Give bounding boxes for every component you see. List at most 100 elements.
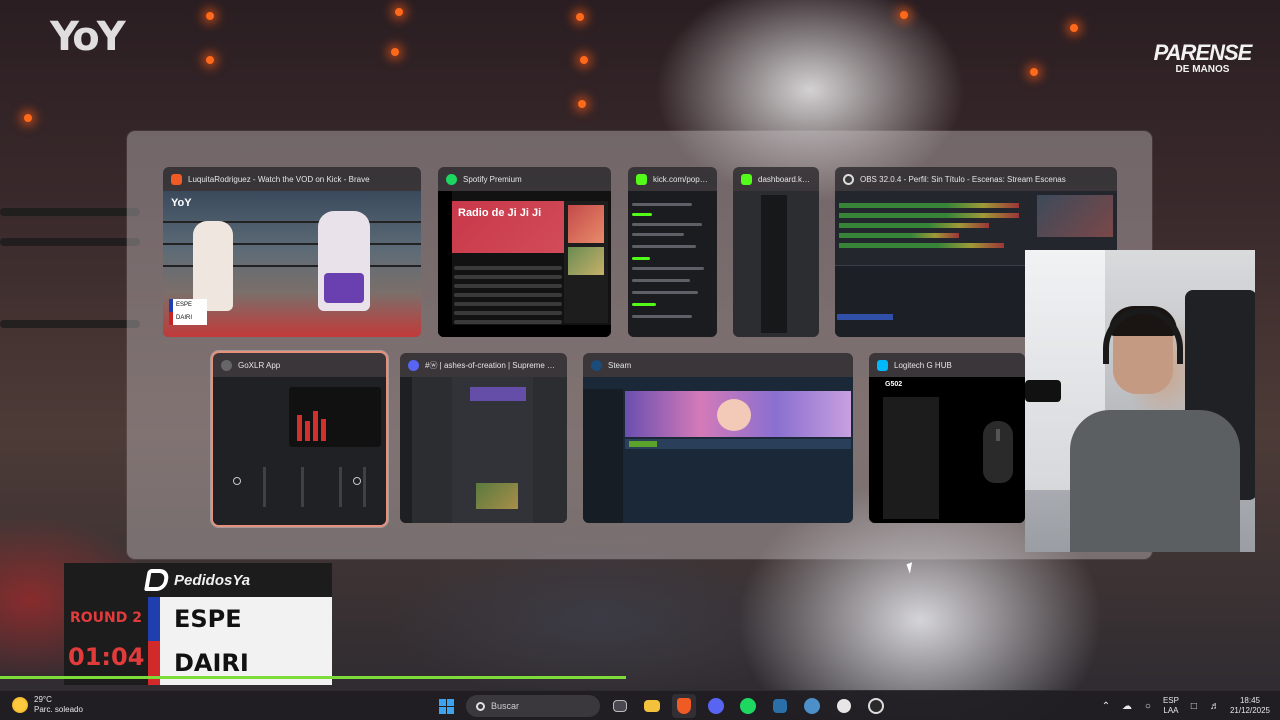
taskbar: 29°C Parc. soleado Buscar ⌃ ☁ ○ ESP LAA … <box>0 690 1280 720</box>
channel-logo: YoY <box>50 14 126 60</box>
window-titlebar: #ⓦ | ashes-of-creation | Supreme Nat... <box>400 353 567 377</box>
logitech-taskbar-button[interactable] <box>832 694 856 718</box>
thumb-scoreboard: ESPE DAIRI <box>169 299 207 325</box>
window-title: Steam <box>608 360 632 370</box>
clock-time: 18:45 <box>1239 696 1260 705</box>
switcher-window-kick-chat[interactable]: kick.com/popo... <box>628 167 717 337</box>
blue-corner <box>148 597 160 641</box>
round-clock: 01:04 <box>68 643 145 671</box>
sun-icon <box>12 697 28 713</box>
window-title: kick.com/popo... <box>653 174 709 184</box>
fighter-red-name: DAIRI <box>174 649 249 677</box>
thumb-fighter-blue: ESPE <box>169 299 207 312</box>
window-titlebar: GoXLR App <box>213 353 386 377</box>
event-logo: PARENSE DE MANOS <box>1150 40 1255 96</box>
spotify-taskbar-button[interactable] <box>736 694 760 718</box>
kick-icon <box>636 173 647 185</box>
volume-icon[interactable]: ♬ <box>1209 700 1221 712</box>
spotify-icon <box>740 698 756 714</box>
video-progress <box>0 676 626 679</box>
microphone <box>1025 380 1061 402</box>
event-logo-title: PARENSE <box>1153 40 1253 65</box>
task-view-icon <box>613 700 627 712</box>
logitech-icon <box>877 359 888 371</box>
window-titlebar: Spotify Premium <box>438 167 611 191</box>
window-titlebar: OBS 32.0.4 - Perfil: Sin Título - Escena… <box>835 167 1117 191</box>
round-label: ROUND 2 <box>70 610 143 626</box>
switcher-window-steam[interactable]: Steam <box>583 353 853 523</box>
switcher-window-logitech[interactable]: Logitech G HUB G502 <box>869 353 1025 523</box>
window-title: #ⓦ | ashes-of-creation | Supreme Nat... <box>425 360 559 370</box>
task-view-button[interactable] <box>608 694 632 718</box>
window-title: dashboard.kick... <box>758 174 811 184</box>
window-title: Logitech G HUB <box>894 360 952 370</box>
webcam-overlay <box>1025 250 1255 552</box>
window-thumbnail <box>213 377 386 525</box>
chevron-up-icon[interactable]: ⌃ <box>1100 700 1112 712</box>
brave-icon <box>171 173 182 185</box>
window-thumbnail <box>400 377 567 523</box>
window-thumbnail <box>583 377 853 523</box>
language-code: ESP <box>1162 696 1179 705</box>
weather-temp: 29°C <box>34 695 52 704</box>
obs-icon <box>868 698 884 714</box>
steam-icon <box>591 359 602 371</box>
fighter-blue-name: ESPE <box>174 605 242 633</box>
window-title: OBS 32.0.4 - Perfil: Sin Título - Escena… <box>860 174 1066 184</box>
system-tray: ⌃ ☁ ○ ESP LAA □ ♬ 18:45 21/12/2025 <box>1100 694 1270 718</box>
pedidosya-icon <box>144 569 170 591</box>
windows-start-icon <box>438 698 454 714</box>
ring-rope <box>0 320 140 328</box>
window-thumbnail <box>628 191 717 337</box>
brave-icon <box>677 698 691 714</box>
switcher-window-spotify[interactable]: Spotify Premium Radio de Ji Ji Ji <box>438 167 611 337</box>
window-title: GoXLR App <box>238 360 281 370</box>
task-switcher: LuquitaRodriguez - Watch the VOD on Kick… <box>127 131 1152 559</box>
taskbar-search[interactable]: Buscar <box>466 695 600 717</box>
language-indicator[interactable]: ESP LAA <box>1163 696 1179 716</box>
network-tray-icon[interactable]: ☁ <box>1121 700 1133 712</box>
microphone-tray-icon[interactable]: ○ <box>1142 700 1154 712</box>
thumb-fighter-red: DAIRI <box>169 312 207 325</box>
window-titlebar: dashboard.kick... <box>733 167 819 191</box>
file-explorer-button[interactable] <box>640 694 664 718</box>
taskbar-clock[interactable]: 18:45 21/12/2025 <box>1230 696 1270 716</box>
spotify-icon <box>446 173 457 185</box>
window-titlebar: Steam <box>583 353 853 377</box>
sponsor-name: PedidosYa <box>174 571 251 589</box>
window-title: Spotify Premium <box>463 174 522 184</box>
logitech-ghub-icon <box>837 699 851 713</box>
brave-taskbar-button[interactable] <box>672 694 696 718</box>
playlist-banner: Radio de Ji Ji Ji <box>452 201 564 253</box>
switcher-window-discord[interactable]: #ⓦ | ashes-of-creation | Supreme Nat... <box>400 353 567 523</box>
weather-widget[interactable]: 29°C Parc. soleado <box>12 695 83 715</box>
keyboard-layout: LAA <box>1163 706 1179 715</box>
monitor-icon[interactable]: □ <box>1188 700 1200 712</box>
window-title: LuquitaRodriguez - Watch the VOD on Kick… <box>188 174 370 184</box>
playlist-title: Radio de Ji Ji Ji <box>458 207 542 219</box>
search-placeholder: Buscar <box>491 701 520 711</box>
scoreboard: ROUND 2 01:04 ESPE DAIRI <box>64 597 332 685</box>
discord-taskbar-button[interactable] <box>704 694 728 718</box>
window-titlebar: kick.com/popo... <box>628 167 717 191</box>
obs-taskbar-button[interactable] <box>864 694 888 718</box>
window-titlebar: Logitech G HUB <box>869 353 1025 377</box>
window-titlebar: LuquitaRodriguez - Watch the VOD on Kick… <box>163 167 421 191</box>
discord-icon <box>708 698 724 714</box>
window-thumbnail: YoY ESPE DAIRI <box>163 191 421 337</box>
discord-icon <box>408 359 419 371</box>
window-thumbnail: Radio de Ji Ji Ji <box>438 191 611 337</box>
kick-icon <box>741 173 752 185</box>
taskbar-apps: Buscar <box>434 694 888 718</box>
clock-date: 21/12/2025 <box>1229 706 1270 715</box>
obs-icon <box>843 173 854 185</box>
thumb-channel-logo: YoY <box>171 197 192 209</box>
switcher-window-brave[interactable]: LuquitaRodriguez - Watch the VOD on Kick… <box>163 167 421 337</box>
xsplit-taskbar-button[interactable] <box>768 694 792 718</box>
search-icon <box>476 701 485 711</box>
ring-rope <box>0 208 140 216</box>
start-button[interactable] <box>434 694 458 718</box>
steam-taskbar-button[interactable] <box>800 694 824 718</box>
switcher-window-kick-dashboard[interactable]: dashboard.kick... <box>733 167 819 337</box>
switcher-window-goxlr[interactable]: GoXLR App <box>213 353 386 525</box>
